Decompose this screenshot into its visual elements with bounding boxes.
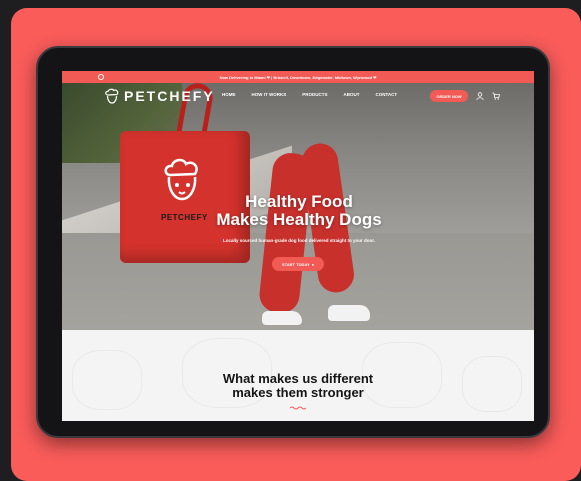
hero-headline: Healthy Food Makes Healthy Dogs: [182, 193, 416, 229]
background: Now Delivering in Miami ❤ | Brickell, Do…: [0, 0, 581, 481]
hero-headline-line1: Healthy Food: [245, 192, 353, 211]
website-screen: Now Delivering in Miami ❤ | Brickell, Do…: [62, 71, 534, 421]
paw-icon: ●: [311, 261, 315, 267]
section-title: What makes us different makes them stron…: [148, 372, 448, 400]
hero-headline-line2: Makes Healthy Dogs: [216, 210, 382, 229]
user-icon[interactable]: [476, 92, 484, 100]
nav-links: HOME HOW IT WORKS PRODUCTS ABOUT CONTACT: [222, 92, 397, 97]
decorative-doodle: [72, 350, 142, 410]
decorative-doodle: [462, 356, 522, 412]
squiggle-divider-icon: [290, 406, 306, 410]
hero-section: PETCHEFY Healthy Food Makes Healthy Dogs…: [62, 80, 534, 330]
cart-icon[interactable]: [492, 92, 500, 100]
section-title-line2: makes them stronger: [232, 385, 364, 400]
features-section: What makes us different makes them stron…: [62, 330, 534, 421]
brand-logo[interactable]: PETCHEFY: [104, 88, 215, 104]
nav-about[interactable]: ABOUT: [344, 92, 360, 97]
start-today-label: START TODAY: [281, 261, 310, 267]
brand-name: PETCHEFY: [124, 88, 215, 104]
top-nav: PETCHEFY HOME HOW IT WORKS PRODUCTS ABOU…: [62, 83, 534, 109]
nav-how-it-works[interactable]: HOW IT WORKS: [252, 92, 287, 97]
nav-products[interactable]: PRODUCTS: [302, 92, 327, 97]
announcement-text: Now Delivering in Miami ❤ | Brickell, Do…: [219, 74, 377, 80]
location-pin-icon: [98, 74, 104, 80]
start-today-button[interactable]: START TODAY ●: [272, 257, 324, 271]
nav-contact[interactable]: CONTACT: [376, 92, 398, 97]
nav-home[interactable]: HOME: [222, 92, 236, 97]
announcement-bar: Now Delivering in Miami ❤ | Brickell, Do…: [62, 71, 534, 83]
chef-dog-icon: [105, 88, 119, 104]
hero-subtext: Locally sourced human-grade dog food del…: [222, 238, 376, 243]
order-now-button[interactable]: ORDER NOW: [430, 90, 468, 102]
section-title-line1: What makes us different: [222, 371, 374, 386]
